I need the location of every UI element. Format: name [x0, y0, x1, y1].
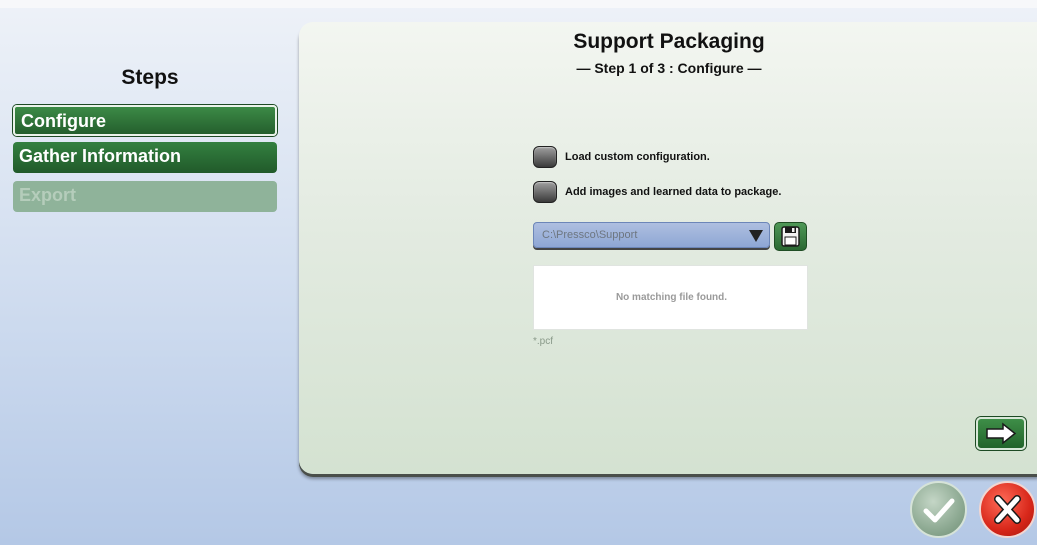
step-configure[interactable]: Configure	[13, 105, 277, 136]
path-value: C:\Pressco\Support	[542, 229, 638, 241]
file-filter: *.pcf	[533, 336, 554, 347]
save-path-button[interactable]	[774, 222, 807, 251]
load-custom-config-label: Load custom configuration.	[565, 151, 710, 163]
path-dropdown[interactable]: C:\Pressco\Support	[533, 222, 770, 248]
step-export: Export	[13, 181, 277, 212]
load-custom-config-option[interactable]: Load custom configuration.	[533, 146, 710, 168]
step-gather-information[interactable]: Gather Information	[13, 142, 277, 173]
steps-heading: Steps	[121, 66, 179, 89]
arrow-right-icon	[986, 422, 1017, 445]
next-button[interactable]	[976, 417, 1026, 450]
triangle-down-icon[interactable]	[749, 230, 763, 242]
panel-title: Support Packaging	[573, 30, 765, 53]
add-images-label: Add images and learned data to package.	[565, 186, 782, 198]
round-toggle-icon[interactable]	[533, 146, 557, 168]
round-toggle-icon[interactable]	[533, 181, 557, 203]
empty-file-message: No matching file found.	[615, 292, 728, 303]
cancel-button[interactable]	[979, 481, 1036, 538]
add-images-option[interactable]: Add images and learned data to package.	[533, 181, 781, 203]
top-edge	[0, 0, 1037, 8]
wizard-panel: Support Packaging — Step 1 of 3 : Config…	[299, 22, 1037, 474]
checkmark-icon	[923, 498, 955, 523]
panel-subtitle: — Step 1 of 3 : Configure —	[576, 60, 762, 76]
ok-button[interactable]	[910, 481, 967, 538]
x-icon	[994, 495, 1021, 524]
floppy-disk-icon	[781, 226, 800, 247]
file-list[interactable]: No matching file found.	[533, 265, 808, 330]
